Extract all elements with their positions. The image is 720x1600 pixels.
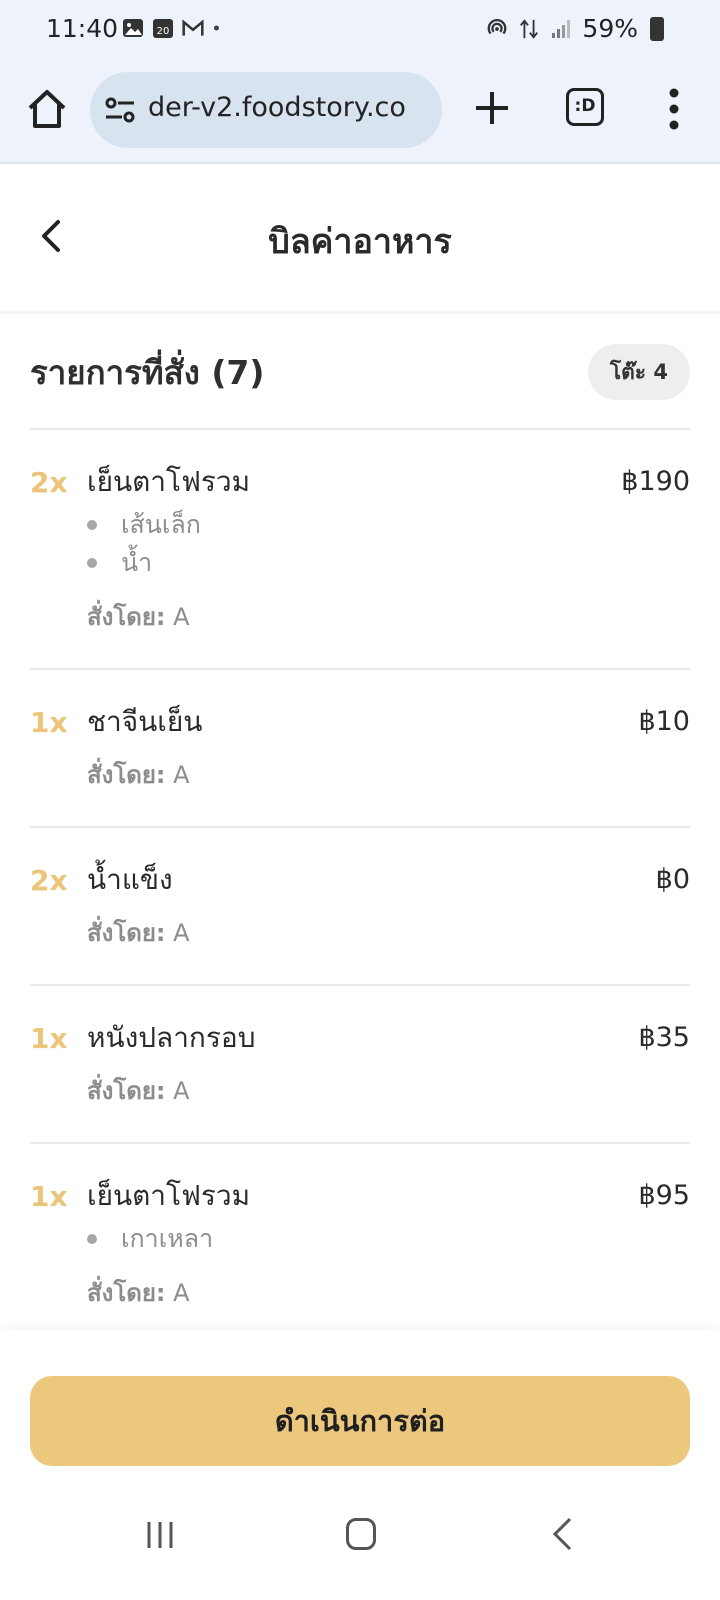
browser-toolbar: der-v2.foodstory.co :D bbox=[0, 64, 720, 160]
ordered-by-name: A bbox=[173, 919, 190, 947]
status-bar: 11:40 20 59% bbox=[0, 0, 720, 58]
item-option: เกาเหลา bbox=[87, 1220, 690, 1258]
nav-home-icon[interactable] bbox=[346, 1518, 376, 1550]
item-price: ฿190 bbox=[621, 466, 690, 497]
item-quantity: 2x bbox=[30, 864, 68, 897]
option-text: น้ำ bbox=[121, 548, 153, 577]
ordered-by-name: A bbox=[173, 603, 190, 631]
item-name: น้ำแข็ง bbox=[87, 863, 173, 896]
order-list-title: รายการที่สั่ง (7) bbox=[30, 353, 265, 392]
svg-text:20: 20 bbox=[157, 26, 170, 37]
order-item: 1x เย็นตาโฟรวม ฿95 เกาเหลา สั่งโดย: A bbox=[30, 1144, 690, 1330]
ordered-by-name: A bbox=[173, 1077, 190, 1105]
order-item: 1x ชาจีนเย็น ฿10 สั่งโดย: A bbox=[30, 670, 690, 828]
tab-switcher-button[interactable]: :D bbox=[566, 88, 604, 126]
item-price: ฿0 bbox=[655, 864, 690, 895]
item-quantity: 1x bbox=[30, 1022, 68, 1055]
item-price: ฿35 bbox=[638, 1022, 690, 1053]
battery-icon bbox=[650, 16, 664, 41]
ordered-by: สั่งโดย: A bbox=[87, 1276, 690, 1310]
order-item: 2x เย็นตาโฟรวม ฿190 เส้นเล็ก น้ำ สั่งโดย… bbox=[30, 430, 690, 670]
ordered-by-label: สั่งโดย: bbox=[87, 761, 166, 789]
item-name: หนังปลากรอบ bbox=[87, 1021, 256, 1054]
table-badge: โต๊ะ 4 bbox=[587, 344, 690, 400]
item-quantity: 2x bbox=[30, 466, 68, 499]
ordered-by-label: สั่งโดย: bbox=[87, 919, 166, 947]
item-quantity: 1x bbox=[30, 1180, 68, 1213]
battery-percent: 59% bbox=[582, 14, 638, 43]
item-price: ฿10 bbox=[638, 706, 690, 737]
url-text[interactable]: der-v2.foodstory.co bbox=[148, 92, 406, 123]
status-right: 59% bbox=[486, 14, 664, 43]
option-text: เส้นเล็ก bbox=[121, 510, 201, 539]
url-bar[interactable]: der-v2.foodstory.co bbox=[90, 72, 442, 148]
gmail-icon bbox=[182, 19, 204, 36]
bullet-icon bbox=[87, 558, 97, 568]
signal-icon bbox=[552, 19, 571, 38]
continue-button[interactable]: ดำเนินการต่อ bbox=[30, 1376, 690, 1466]
item-option: เส้นเล็ก bbox=[87, 506, 690, 544]
more-menu-icon[interactable] bbox=[664, 84, 684, 134]
new-tab-icon[interactable] bbox=[470, 86, 514, 130]
order-items: 2x เย็นตาโฟรวม ฿190 เส้นเล็ก น้ำ สั่งโดย… bbox=[30, 430, 690, 1330]
home-icon[interactable] bbox=[22, 84, 72, 134]
browser-chrome: 11:40 20 59% der-v2.foodstory.co :D bbox=[0, 0, 720, 164]
item-name: เย็นตาโฟรวม bbox=[87, 1179, 251, 1212]
bottom-action-bar: ดำเนินการต่อ bbox=[0, 1330, 720, 1476]
ordered-by-name: A bbox=[173, 1279, 190, 1307]
order-item: 1x หนังปลากรอบ ฿35 สั่งโดย: A bbox=[30, 986, 690, 1144]
order-list-header: รายการที่สั่ง (7) โต๊ะ 4 bbox=[30, 316, 690, 430]
item-name: ชาจีนเย็น bbox=[87, 705, 203, 738]
calendar-icon: 20 bbox=[153, 19, 173, 38]
nav-back-icon[interactable] bbox=[550, 1516, 574, 1552]
ordered-by-label: สั่งโดย: bbox=[87, 1279, 166, 1307]
system-nav-bar bbox=[0, 1476, 720, 1600]
ordered-by: สั่งโดย: A bbox=[87, 916, 690, 950]
item-options: เส้นเล็ก น้ำ bbox=[87, 506, 690, 582]
item-quantity: 1x bbox=[30, 706, 68, 739]
data-arrows-icon bbox=[520, 18, 539, 39]
site-settings-icon[interactable] bbox=[104, 96, 136, 124]
dot-icon bbox=[213, 25, 219, 31]
ordered-by: สั่งโดย: A bbox=[87, 1074, 690, 1108]
recents-icon[interactable] bbox=[146, 1520, 174, 1550]
page-header: บิลค่าอาหาร bbox=[0, 166, 720, 314]
ordered-by: สั่งโดย: A bbox=[87, 600, 690, 634]
item-name: เย็นตาโฟรวม bbox=[87, 465, 251, 498]
bullet-icon bbox=[87, 520, 97, 530]
bullet-icon bbox=[87, 1234, 97, 1244]
order-item: 2x น้ำแข็ง ฿0 สั่งโดย: A bbox=[30, 828, 690, 986]
page-title: บิลค่าอาหาร bbox=[268, 222, 452, 262]
ordered-by-label: สั่งโดย: bbox=[87, 1077, 166, 1105]
notification-icons: 20 bbox=[122, 17, 226, 39]
ordered-by: สั่งโดย: A bbox=[87, 758, 690, 792]
hotspot-icon bbox=[488, 18, 507, 34]
item-options: เกาเหลา bbox=[87, 1220, 690, 1258]
ordered-by-label: สั่งโดย: bbox=[87, 603, 166, 631]
option-text: เกาเหลา bbox=[121, 1224, 214, 1253]
ordered-by-name: A bbox=[173, 761, 190, 789]
status-time: 11:40 bbox=[46, 14, 119, 43]
gallery-icon bbox=[123, 19, 143, 37]
item-option: น้ำ bbox=[87, 544, 690, 582]
item-price: ฿95 bbox=[638, 1180, 690, 1211]
